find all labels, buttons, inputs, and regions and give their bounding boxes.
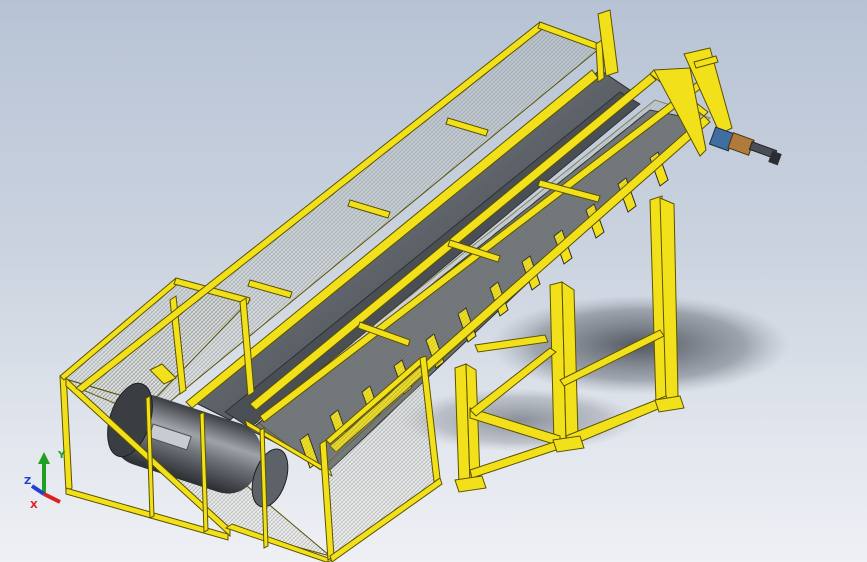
drive-shaft xyxy=(708,126,782,166)
conveyor-model[interactable] xyxy=(0,0,867,562)
z-axis-label: Z xyxy=(24,476,31,487)
x-axis-line xyxy=(43,492,61,504)
axis-triad: Y Z X xyxy=(24,450,66,511)
y-axis-label: Y xyxy=(57,450,66,461)
y-axis-arrow xyxy=(38,452,50,464)
model-viewport[interactable]: Y Z X xyxy=(0,0,867,562)
x-axis-label: X xyxy=(30,500,38,511)
